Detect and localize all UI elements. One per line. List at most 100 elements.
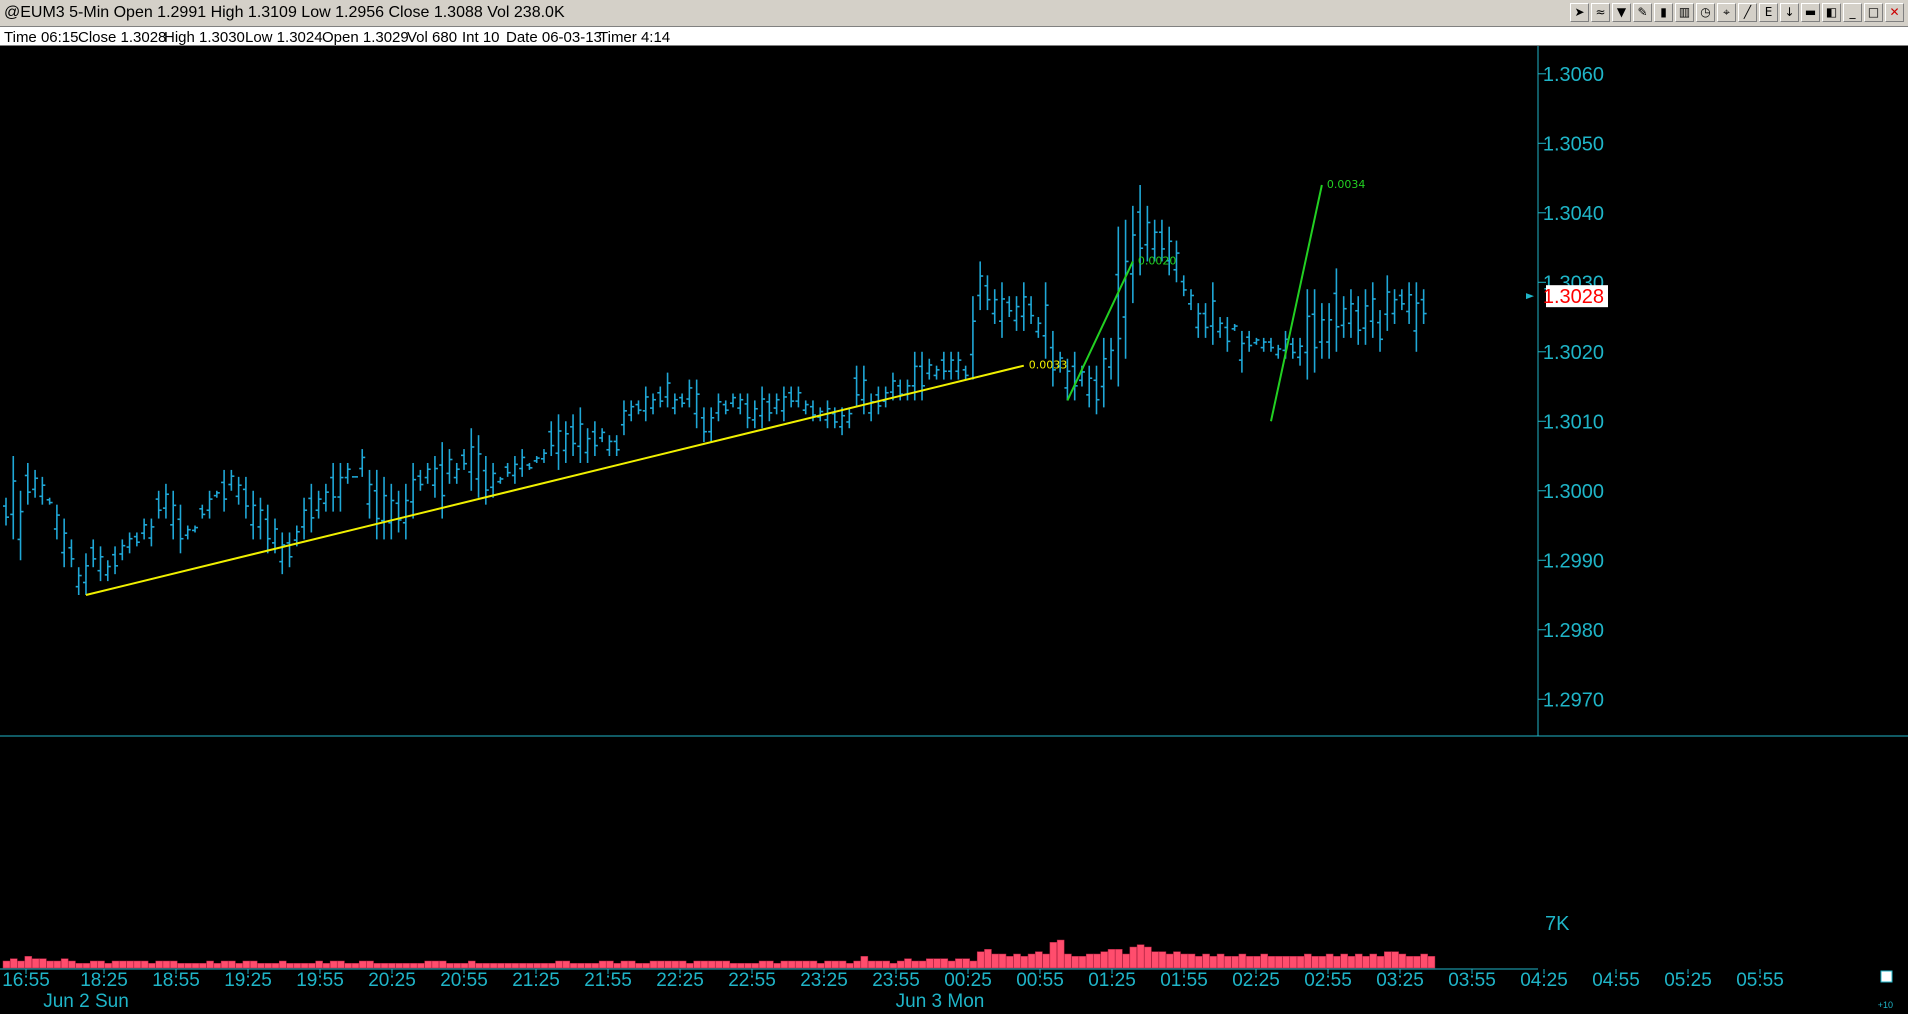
price-axis: 1.30601.30501.30401.30301.30201.30101.30… [1526,46,1608,736]
filter-icon[interactable]: ▼ [1612,3,1631,22]
volume-bar [308,963,316,969]
volume-bar [671,960,680,969]
price-bar [577,407,584,463]
price-bar [1347,289,1354,338]
volume-bar [533,963,541,969]
price-bar [1202,303,1209,338]
volume-bar [1354,953,1363,969]
price-tick-label: 1.3060 [1543,64,1604,86]
crosshair-icon[interactable]: ⌖ [1717,3,1736,22]
volume-bar [962,958,970,969]
price-bar [940,351,947,380]
volume-bar [351,963,360,969]
mirror-icon[interactable]: ◧ [1822,3,1841,22]
price-bar [860,365,867,415]
price-bar [1100,337,1107,408]
volume-bar [562,960,571,969]
volume-bar [729,963,738,969]
price-tick-label: 1.2990 [1543,550,1604,572]
volume-bar [1260,953,1268,969]
volume-bar [1413,956,1421,969]
price-bar [112,546,119,575]
trash-icon[interactable]: ▬ [1801,3,1820,22]
price-bar [126,532,133,554]
chart-toolbar: ➤ ≈ ▼ ✎ ▮ ▥ ◷ ⌖ ╱ E ↓ ▬ ◧ _ □ ✕ [1570,3,1904,22]
volume-bar [1347,956,1356,969]
volume-bar [191,963,200,969]
volume-bar [657,960,665,969]
time-tick-label: 05:25 [1664,970,1712,991]
volume-axis-label: 7K [1545,913,1570,935]
volume-bar [206,960,214,969]
pencil-icon[interactable]: ✎ [1633,3,1652,22]
volume-bar [1216,953,1225,969]
info-date: Date 06-03-13 [506,29,602,46]
volume-bar [584,963,592,969]
time-tick-label: 23:55 [872,970,920,991]
fibonacci-icon[interactable]: ≈ [1591,3,1610,22]
price-bar [192,525,199,533]
minimize-icon[interactable]: _ [1843,3,1862,22]
time-tick-label: 20:25 [368,970,416,991]
price-bar [722,400,729,415]
price-bar [286,532,293,568]
volume-bar [998,953,1007,969]
trendline-icon[interactable]: ╱ [1738,3,1757,22]
price-bar [1180,275,1187,297]
close-icon[interactable]: ✕ [1885,3,1904,22]
price-bar [82,553,89,596]
volume-bar [1078,956,1087,969]
volume-bar [380,963,389,969]
price-bar [279,532,286,575]
volume-bar [358,960,367,969]
price-bar [635,400,642,415]
volume-bar [991,953,999,969]
price-bar [1122,219,1129,359]
price-bar [1195,303,1202,338]
volume-bar [1245,956,1254,969]
volume-bar [1042,953,1050,969]
volume-bar [846,963,854,969]
clock-icon[interactable]: ◷ [1696,3,1715,22]
volume-bar [511,963,520,969]
volume-bar [279,960,287,969]
chart-icon[interactable]: ▥ [1675,3,1694,22]
volume-bar [460,963,469,969]
restore-icon[interactable]: □ [1864,3,1883,22]
volume-bar [271,963,280,969]
price-bar [32,469,39,498]
volume-bar [1318,956,1327,969]
volume-bar [315,960,323,969]
price-bar [628,400,635,422]
price-bar [1267,337,1274,352]
price-chart[interactable]: 0.0033 0.0020 0.0034 1.3060 1.3050 1.3040 1.3… [0,46,1908,1014]
volume-bar [424,960,432,969]
price-bar [1369,282,1376,338]
volume-bar [24,956,33,969]
info-timer: Timer 4:14 [599,29,671,46]
volume-bar [148,963,156,969]
cursor-icon[interactable]: ➤ [1570,3,1589,22]
price-bar [250,490,257,540]
volume-bar [417,963,425,969]
volume-bar [1122,953,1130,969]
volume-bar [1064,953,1072,969]
volume-bar [773,963,781,969]
bars-icon[interactable]: ▮ [1654,3,1673,22]
price-bar [1217,317,1224,338]
volume-bar [569,963,578,969]
price-bar [780,386,787,422]
text-icon[interactable]: E [1759,3,1778,22]
price-bar [1246,330,1253,352]
price-bar [1333,268,1340,352]
arrow-down-icon[interactable]: ↓ [1780,3,1799,22]
time-tick-label: 01:55 [1160,970,1208,991]
volume-bar [497,963,505,969]
price-bar [591,421,598,457]
price-bar [97,546,104,582]
price-bar [90,539,97,568]
volume-bar [402,963,411,969]
price-bar [388,483,395,540]
volume-bar [984,949,992,969]
last-price-arrow [1526,293,1534,300]
